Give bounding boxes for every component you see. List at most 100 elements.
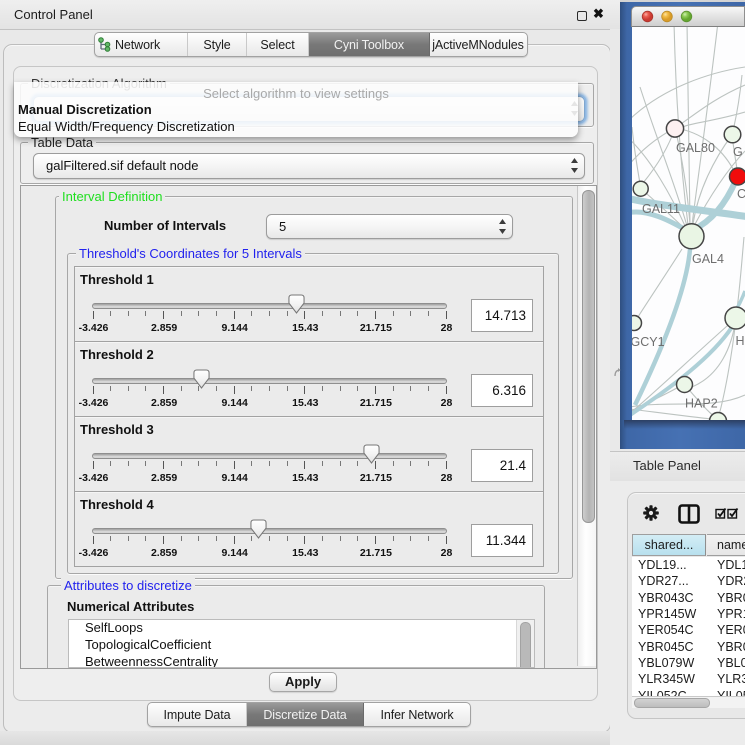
minimize-window-icon (662, 11, 673, 22)
slider-minor-tick (128, 536, 129, 541)
slider-major-tick (375, 386, 376, 394)
tab-cyni-toolbox[interactable]: Cyni Toolbox (309, 33, 430, 56)
slider-tick-label: 2.859 (151, 547, 177, 559)
network-tree-icon (98, 37, 111, 52)
close-panel-icon[interactable]: ✖ (593, 6, 607, 23)
cyni-mode-tabbar: Impute Data Discretize Data Infer Network (147, 702, 471, 727)
slider-major-tick (93, 536, 94, 544)
table-row[interactable]: YBR043CYBR043C (632, 590, 745, 606)
n-gal4[interactable] (679, 224, 704, 249)
table-row[interactable]: YBL079WYBL079W (632, 655, 745, 671)
tab-select[interactable]: Select (247, 33, 309, 56)
n-gcy1[interactable] (632, 316, 642, 331)
table-hscrollbar-thumb[interactable] (634, 698, 710, 708)
mode-tab-impute-data[interactable]: Impute Data (148, 703, 247, 726)
split-columns-icon[interactable] (678, 504, 700, 524)
n-gal11[interactable] (633, 181, 648, 196)
slider-thumb[interactable] (288, 294, 305, 314)
slider-track[interactable] (92, 528, 447, 534)
attributes-list-scrollbar-thumb[interactable] (520, 622, 531, 668)
mode-tab-infer-network[interactable]: Infer Network (364, 703, 470, 726)
slider-track[interactable] (92, 378, 447, 384)
threshold-value-field[interactable]: 11.344 (471, 524, 533, 557)
mode-tab-discretize-data[interactable]: Discretize Data (247, 703, 364, 726)
table-row[interactable]: YBR045CYBR045C (632, 639, 745, 655)
n-red[interactable] (730, 168, 745, 185)
slider-thumb[interactable] (363, 444, 380, 464)
network-edge[interactable] (632, 127, 641, 189)
slider-minor-tick (410, 386, 411, 391)
n-bottom[interactable] (710, 413, 727, 421)
slider-track[interactable] (92, 303, 447, 309)
attributes-list-scrollbar[interactable] (516, 620, 534, 667)
vertical-scrollbar[interactable] (577, 186, 597, 666)
mode-tab-label: Infer Network (380, 708, 453, 722)
table-data-combobox[interactable]: galFiltered.sif default node (33, 153, 585, 179)
splitter-grip-icon[interactable] (613, 366, 622, 378)
checkbox-icon[interactable] (727, 507, 739, 519)
slider-thumb[interactable] (193, 369, 210, 389)
table-horizontal-scrollbar[interactable] (632, 696, 745, 708)
n-top-right[interactable] (724, 126, 741, 143)
column-header-name[interactable]: name (707, 534, 745, 556)
table-row[interactable]: YLR345WYLR345W (632, 671, 745, 687)
mode-tab-label: Impute Data (164, 708, 231, 722)
slider-track[interactable] (92, 453, 447, 459)
slider-major-tick (93, 311, 94, 319)
vertical-scrollbar-thumb[interactable] (582, 190, 595, 523)
tab-network[interactable]: Network (95, 33, 188, 56)
slider-minor-tick (110, 311, 111, 316)
network-edge-thick[interactable] (693, 180, 736, 230)
threshold-value-field[interactable]: 14.713 (471, 299, 533, 332)
slider-minor-tick (410, 461, 411, 466)
slider-tick-label: 15.43 (292, 547, 318, 559)
close-window-icon (642, 11, 653, 22)
network-edge[interactable] (675, 85, 745, 128)
attribute-list-item[interactable]: SelfLoops (69, 620, 534, 637)
n-hap2[interactable] (677, 377, 693, 393)
float-panel-icon[interactable] (577, 11, 587, 21)
tab-style[interactable]: Style (188, 33, 247, 56)
threshold-panel-3: Threshold 3-3.4262.8599.14415.4321.71528… (74, 416, 544, 492)
network-edge[interactable] (632, 318, 736, 415)
checkbox-icon[interactable] (715, 507, 727, 519)
window-controls[interactable] (640, 9, 706, 23)
table-header: shared... name (632, 534, 745, 557)
attribute-list-item[interactable]: TopologicalCoefficient (69, 637, 534, 654)
network-edge[interactable] (632, 409, 712, 419)
number-of-intervals-combobox[interactable]: 5 (266, 214, 513, 239)
slider-minor-tick (340, 536, 341, 541)
attribute-list-item[interactable]: BetweennessCentrality (69, 654, 534, 668)
table-row[interactable]: YER054CYER054C (632, 622, 745, 638)
slider-thumb[interactable] (250, 519, 267, 539)
table-row[interactable]: YPR145WYPR145W (632, 606, 745, 622)
threshold-value-field[interactable]: 21.4 (471, 449, 533, 482)
popup-item-equal-width-frequency-discretization[interactable]: Equal Width/Frequency Discretization (14, 119, 582, 134)
table-row[interactable]: YDR27...YDR27 (632, 573, 745, 589)
slider-minor-tick (287, 386, 288, 391)
table-row[interactable]: YIL052CYIL052C (632, 688, 745, 696)
table-body[interactable]: YDL19...YDL19YDR27...YDR27YBR043CYBR043C… (632, 557, 745, 696)
number-of-intervals-label: Number of Intervals (104, 218, 226, 233)
tab-label: jActiveMNodules (432, 38, 524, 52)
threshold-value-field[interactable]: 6.316 (471, 374, 533, 407)
network-edge[interactable] (692, 27, 718, 225)
n-h[interactable] (725, 307, 745, 329)
slider-major-tick (163, 311, 164, 319)
popup-item-manual-discretization[interactable]: Manual Discretization (14, 102, 582, 117)
tab-jactivemnodules[interactable]: jActiveMNodules (430, 33, 526, 56)
slider-minor-tick (428, 311, 429, 316)
apply-button[interactable]: Apply (269, 672, 337, 692)
threshold-panel-1: Threshold 1-3.4262.8599.14415.4321.71528… (74, 266, 544, 342)
gear-icon[interactable] (643, 505, 659, 521)
slider-major-tick (93, 461, 94, 469)
n-gal80[interactable] (666, 120, 683, 137)
node-label-gal4: GAL4 (692, 252, 724, 266)
attributes-list[interactable]: SelfLoopsTopologicalCoefficientBetweenne… (68, 619, 535, 668)
slider-tick-label: 9.144 (222, 472, 248, 484)
table-row[interactable]: YDL19...YDL19 (632, 557, 745, 573)
combo-arrows-icon (570, 157, 579, 174)
popup-item-prompt[interactable]: Select algorithm to view settings (14, 86, 578, 101)
network-view-canvas[interactable]: GAL80GCGAL11GAL4GCY1HHAP2 (632, 27, 745, 420)
column-header-shared-name[interactable]: shared... (632, 534, 706, 556)
